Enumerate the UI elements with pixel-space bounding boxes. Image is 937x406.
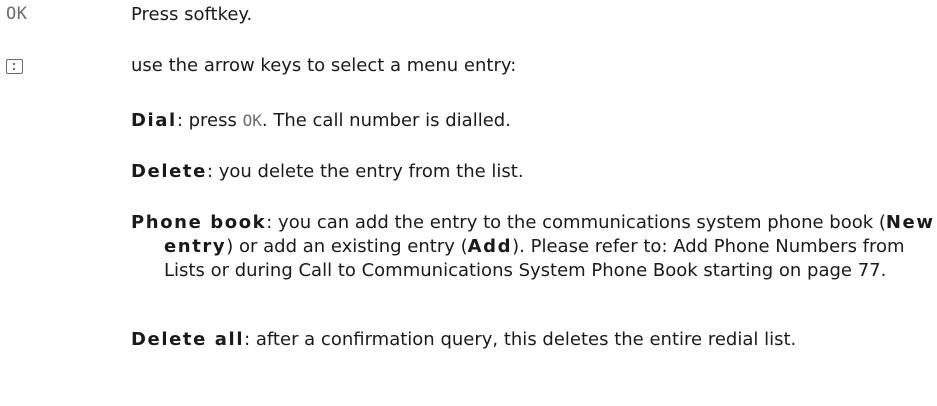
entry-phone-book-rest1: : you can add the entry to the communica… — [266, 212, 886, 233]
ok-softkey-label: OK — [6, 4, 28, 24]
entry-dial-before: : press — [176, 110, 243, 131]
step-arrow-keys-text: use the arrow keys to select a menu entr… — [131, 55, 517, 76]
entry-dial-term: Dial — [131, 110, 177, 131]
entry-phone-book-term: Phone book — [131, 212, 267, 233]
entry-dial-after: . The call number is dialled. — [261, 110, 511, 131]
entry-delete-all: Delete all: after a confirmation query, … — [131, 328, 937, 352]
entry-dial: Dial: press OK. The call number is diall… — [131, 109, 937, 133]
entry-delete-rest: : you delete the entry from the list. — [206, 161, 524, 182]
entry-phone-book-add: Add — [467, 236, 513, 257]
entry-delete-term: Delete — [131, 161, 207, 182]
entry-delete-all-term: Delete all — [131, 329, 245, 350]
arrow-keys-icon — [6, 59, 23, 74]
entry-delete: Delete: you delete the entry from the li… — [131, 160, 937, 184]
entry-delete-all-rest: : after a confirmation query, this delet… — [244, 329, 797, 350]
step-ok-text: Press softkey. — [131, 4, 253, 25]
entry-phone-book: Phone book: you can add the entry to the… — [131, 211, 937, 283]
arrow-keys-icon-dot-bottom — [13, 68, 15, 70]
entry-dial-softkey: OK — [242, 111, 262, 130]
arrow-keys-icon-dot-top — [13, 63, 15, 65]
entry-phone-book-rest2: ) or add an existing entry ( — [226, 236, 468, 257]
